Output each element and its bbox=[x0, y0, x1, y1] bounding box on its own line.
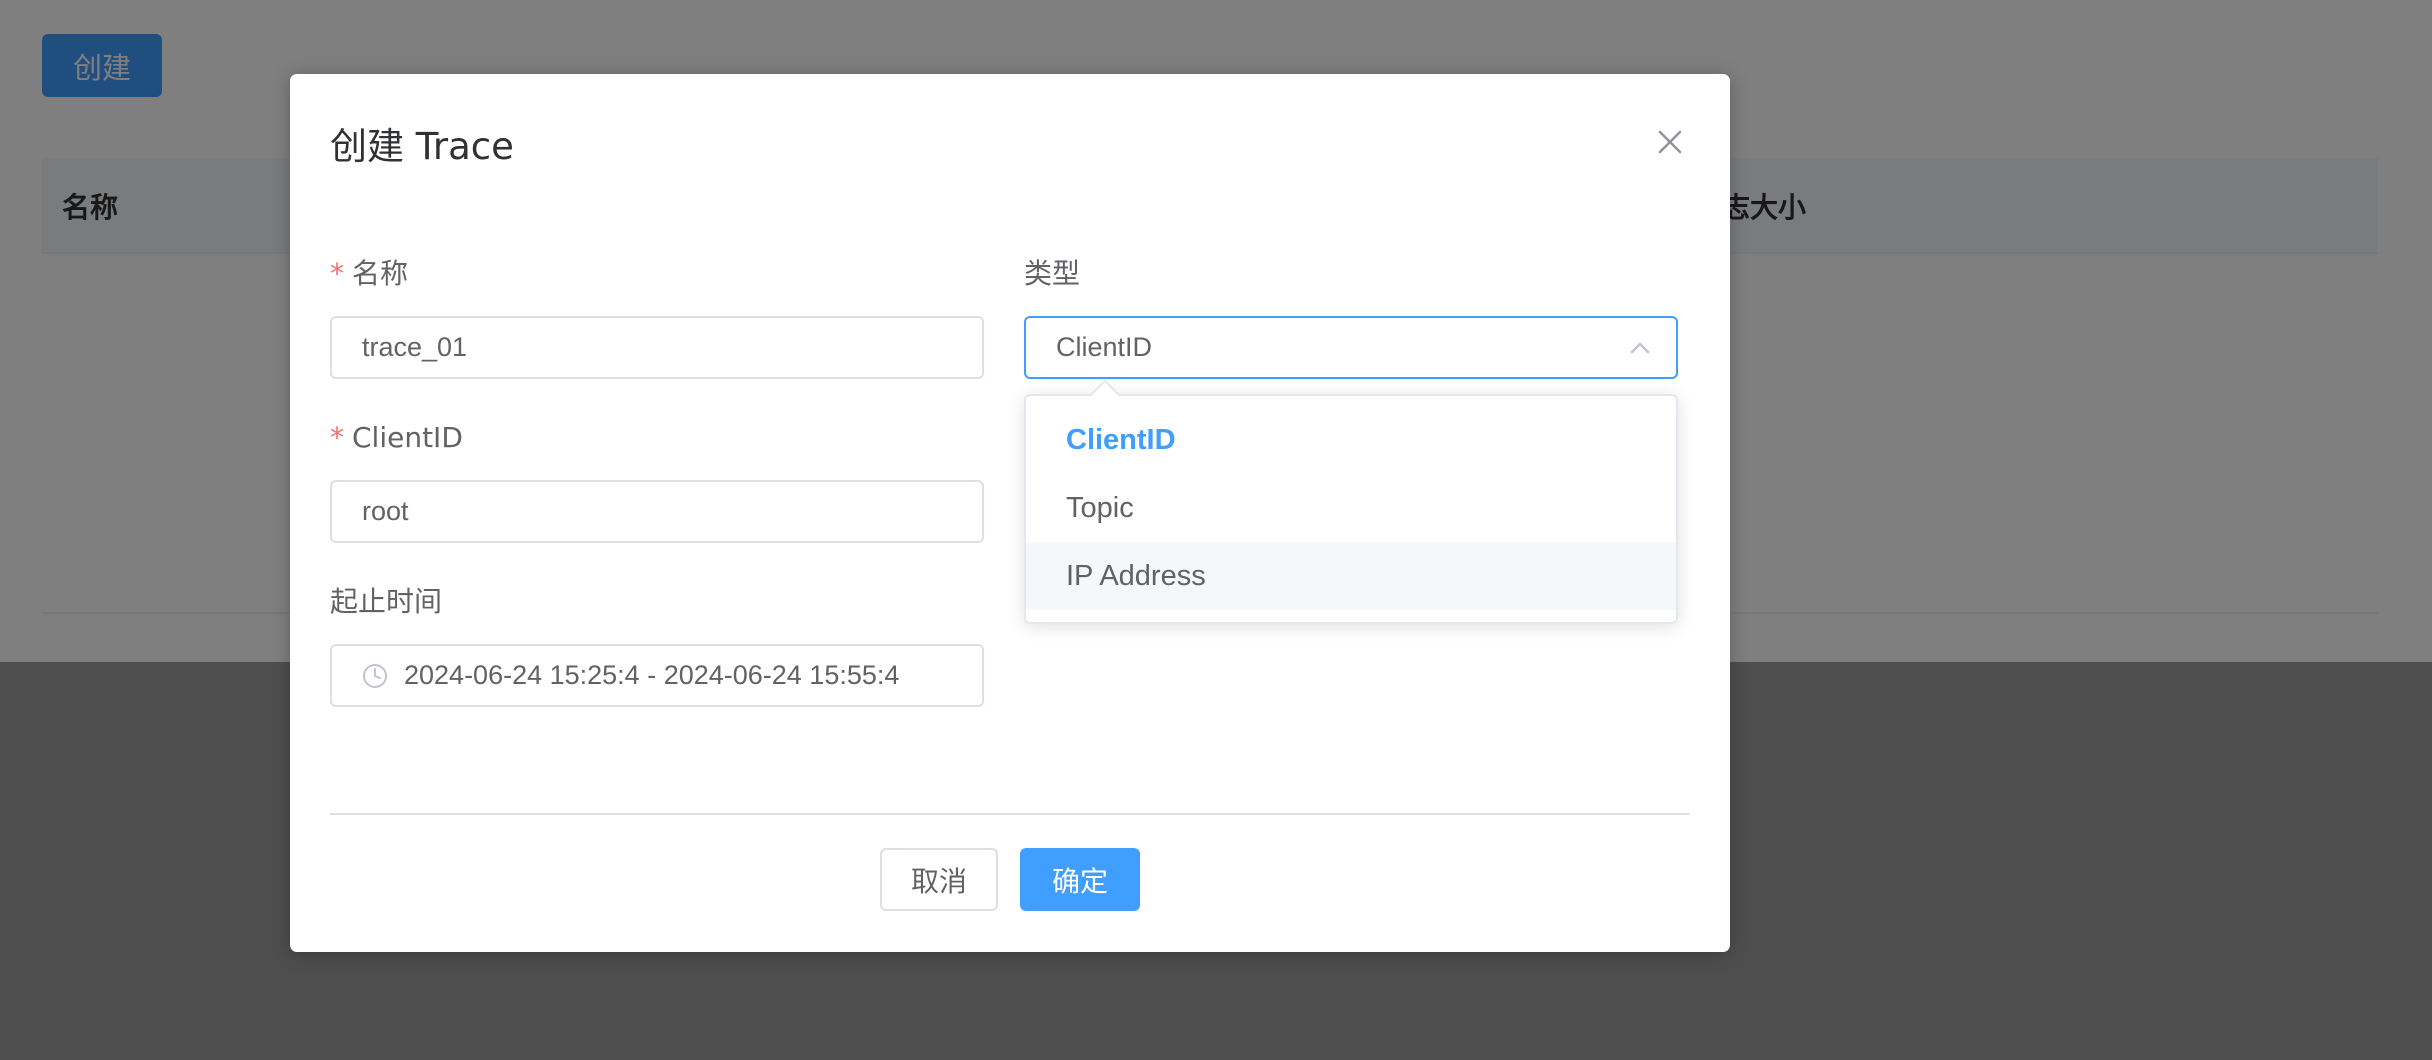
form-item-clientid: * ClientID root bbox=[330, 418, 984, 543]
type-option-clientid[interactable]: ClientID bbox=[1026, 406, 1676, 474]
chevron-up-icon bbox=[1626, 334, 1654, 362]
type-select-value: ClientID bbox=[1056, 332, 1153, 362]
clock-icon bbox=[362, 663, 388, 689]
clientid-label: * ClientID bbox=[330, 418, 984, 458]
clientid-input-value: root bbox=[362, 496, 409, 526]
cancel-button[interactable]: 取消 bbox=[880, 848, 998, 911]
type-option-topic[interactable]: Topic bbox=[1026, 474, 1676, 542]
required-mark: * bbox=[330, 257, 344, 290]
name-label-text: 名称 bbox=[352, 257, 409, 290]
form-item-time-range: 起止时间 2024-06-24 15:25:4 - 2024-06-24 15:… bbox=[330, 582, 984, 707]
create-trace-dialog: 创建 Trace * 名称 trace_01 类型 ClientID * Cli… bbox=[290, 74, 1730, 952]
clientid-input[interactable]: root bbox=[330, 480, 984, 543]
type-label: 类型 bbox=[1024, 254, 1678, 294]
form-item-type: 类型 ClientID bbox=[1024, 254, 1678, 379]
time-range-picker[interactable]: 2024-06-24 15:25:4 - 2024-06-24 15:55:4 bbox=[330, 644, 984, 707]
type-dropdown: ClientID Topic IP Address bbox=[1024, 379, 1678, 624]
type-option-ip-address[interactable]: IP Address bbox=[1026, 542, 1676, 610]
name-label: * 名称 bbox=[330, 254, 984, 294]
close-icon[interactable] bbox=[1650, 122, 1690, 162]
dialog-footer-divider bbox=[330, 813, 1690, 815]
type-select[interactable]: ClientID bbox=[1024, 316, 1678, 379]
confirm-button[interactable]: 确定 bbox=[1020, 848, 1140, 911]
clientid-label-text: ClientID bbox=[352, 421, 463, 454]
time-range-label-text: 起止时间 bbox=[330, 585, 443, 618]
page: 创建 名称 志大小 创建 Trace *名称 trace_01 bbox=[0, 0, 2432, 1060]
type-label-text: 类型 bbox=[1024, 257, 1081, 290]
required-mark: * bbox=[330, 421, 344, 454]
time-range-value: 2024-06-24 15:25:4 - 2024-06-24 15:55:4 bbox=[404, 660, 900, 690]
name-input-value: trace_01 bbox=[362, 332, 468, 362]
dialog-title: 创建 Trace bbox=[330, 125, 514, 168]
name-input[interactable]: trace_01 bbox=[330, 316, 984, 379]
time-range-label: 起止时间 bbox=[330, 582, 984, 622]
form-item-name: * 名称 trace_01 bbox=[330, 254, 984, 379]
